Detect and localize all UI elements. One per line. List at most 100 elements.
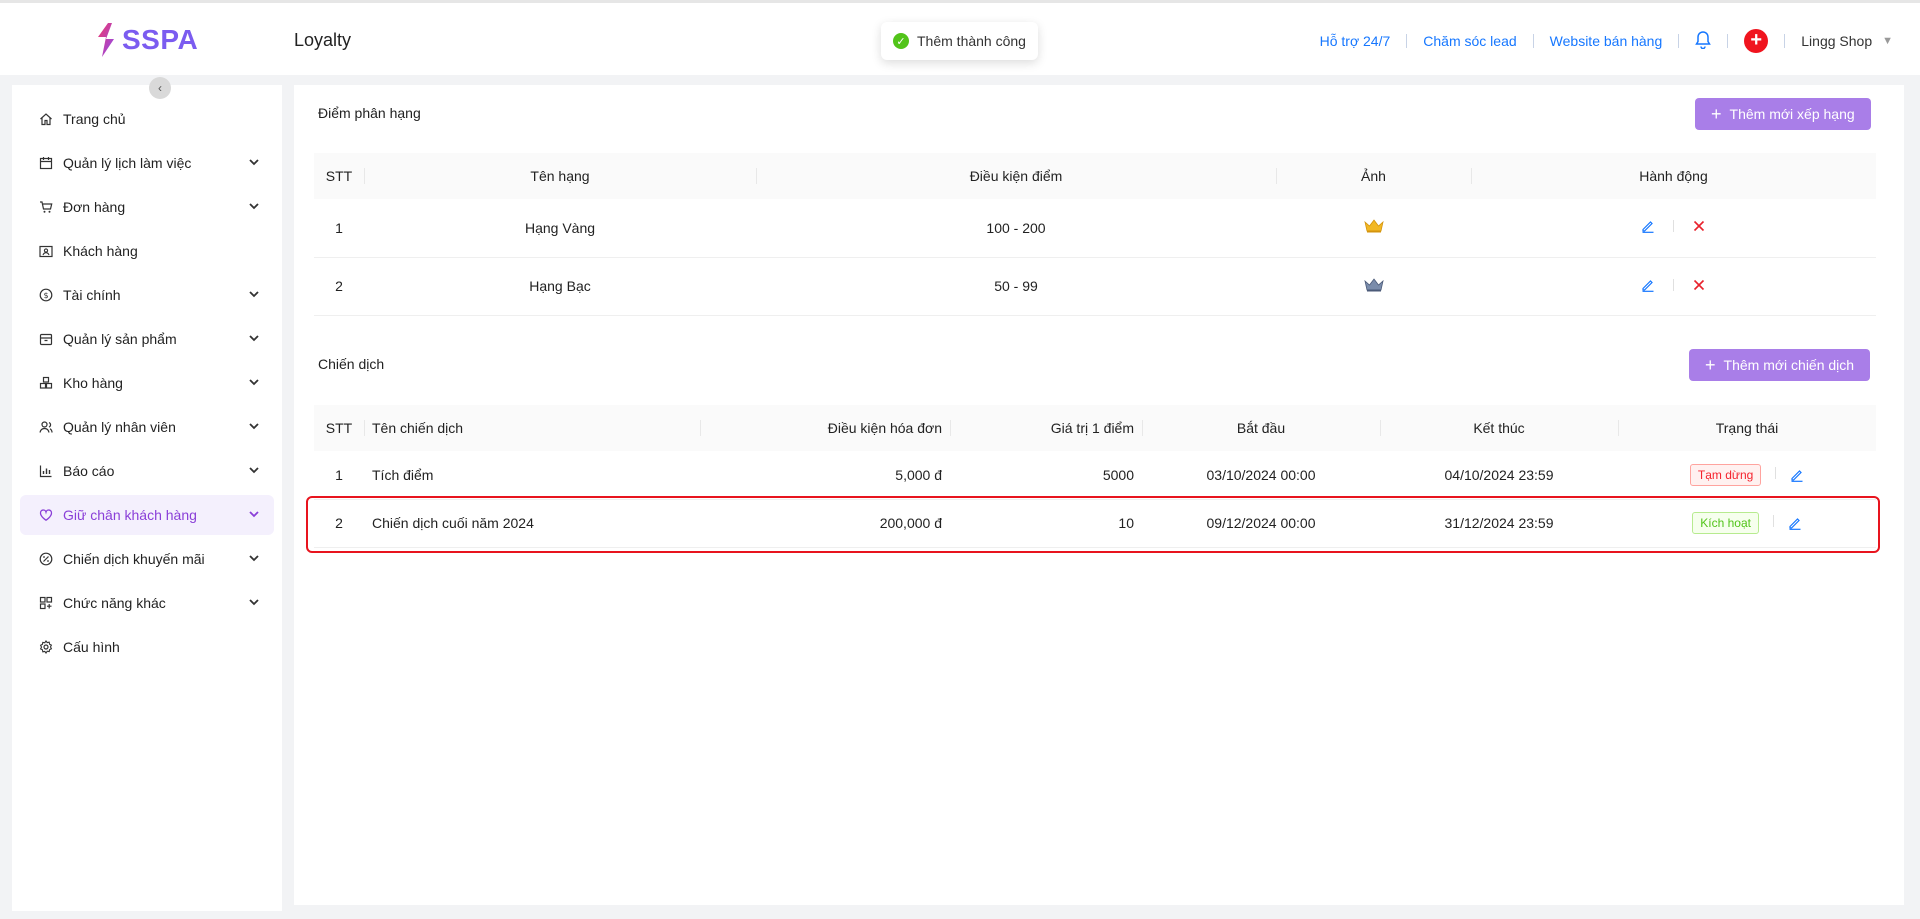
sidebar-item-home[interactable]: Trang chủ <box>20 99 274 139</box>
column-header: Điều kiện hóa đơn <box>700 405 950 451</box>
campaign-end: 31/12/2024 23:59 <box>1380 499 1618 548</box>
home-icon <box>38 111 54 127</box>
sidebar-item-orders[interactable]: Đơn hàng <box>20 187 274 227</box>
support-link[interactable]: Hỗ trợ 24/7 <box>1320 33 1391 49</box>
sidebar-item-finance[interactable]: $ Tài chính <box>20 275 274 315</box>
sidebar-item-reports[interactable]: Báo cáo <box>20 451 274 491</box>
website-link[interactable]: Website bán hàng <box>1550 33 1663 49</box>
column-header: Bắt đầu <box>1142 405 1380 451</box>
campaign-point-value: 10 <box>950 499 1142 548</box>
svg-text:$: $ <box>43 291 48 300</box>
column-header: STT <box>314 405 364 451</box>
rank-actions <box>1471 257 1876 316</box>
rank-stt: 2 <box>314 257 364 316</box>
heart-icon <box>38 507 54 523</box>
chevron-down-icon <box>249 335 259 342</box>
add-campaign-button[interactable]: + Thêm mới chiến dịch <box>1689 349 1871 381</box>
sidebar: ‹ Trang chủ Quản lý lịch làm việc Đơn hà… <box>12 77 282 911</box>
edit-icon[interactable] <box>1641 219 1655 234</box>
sidebar-item-retention[interactable]: Giữ chân khách hàng <box>20 495 274 535</box>
divider <box>1775 466 1777 479</box>
status-badge: Tạm dừng <box>1689 463 1762 486</box>
divider <box>1406 34 1408 48</box>
sidebar-item-promotions[interactable]: Chiến dịch khuyến mãi <box>20 539 274 579</box>
logo[interactable]: SSPA <box>94 23 198 57</box>
chevron-down-icon <box>249 423 259 430</box>
chevron-down-icon <box>249 511 259 518</box>
edit-icon[interactable] <box>1788 516 1802 531</box>
sidebar-item-label: Khách hàng <box>63 243 138 259</box>
column-header: Ảnh <box>1276 153 1471 199</box>
chevron-down-icon <box>249 599 259 606</box>
rank-condition: 50 - 99 <box>756 257 1276 316</box>
sidebar-item-label: Quản lý lịch làm việc <box>63 155 192 171</box>
add-campaign-button-label: Thêm mới chiến dịch <box>1723 357 1855 373</box>
silver-crown-icon <box>1363 277 1384 291</box>
sidebar-item-label: Quản lý nhân viên <box>63 419 176 435</box>
status-badge: Kích hoạt <box>1692 512 1759 534</box>
sidebar-item-settings[interactable]: Cấu hình <box>20 627 274 667</box>
settings-icon <box>38 639 54 655</box>
chevron-down-icon <box>249 555 259 562</box>
sidebar-item-products[interactable]: Quản lý sản phẩm <box>20 319 274 359</box>
sidebar-item-other[interactable]: Chức năng khác <box>20 583 274 623</box>
chevron-down-icon <box>249 467 259 474</box>
sidebar-item-label: Tài chính <box>63 287 121 303</box>
sidebar-item-label: Đơn hàng <box>63 199 126 215</box>
lead-care-link[interactable]: Chăm sóc lead <box>1423 33 1516 49</box>
ranks-section-title: Điểm phân hạng <box>318 105 421 121</box>
add-circle-icon[interactable]: + <box>1744 29 1769 53</box>
column-header: Tên chiến dịch <box>364 405 700 451</box>
divider <box>1673 220 1674 233</box>
sidebar-item-warehouse[interactable]: Kho hàng <box>20 363 274 403</box>
campaign-stt: 1 <box>314 451 364 500</box>
bar-chart-icon <box>38 463 54 479</box>
sidebar-item-customers[interactable]: Khách hàng <box>20 231 274 271</box>
campaigns-table: STT Tên chiến dịch Điều kiện hóa đơn Giá… <box>314 405 1876 548</box>
delete-icon[interactable] <box>1692 278 1706 292</box>
edit-icon[interactable] <box>1641 278 1655 292</box>
bell-icon[interactable] <box>1695 30 1712 52</box>
check-circle-icon: ✓ <box>893 33 909 49</box>
sidebar-item-schedule[interactable]: Quản lý lịch làm việc <box>20 143 274 183</box>
sidebar-menu: Trang chủ Quản lý lịch làm việc Đơn hàng… <box>20 99 274 671</box>
chevron-down-icon <box>249 291 259 298</box>
sidebar-item-label: Kho hàng <box>63 375 123 391</box>
sidebar-item-label: Chiến dịch khuyến mãi <box>63 551 205 567</box>
column-header: Điều kiện điểm <box>756 153 1276 199</box>
sspa-logo-icon <box>94 23 116 57</box>
delete-icon[interactable] <box>1692 219 1706 233</box>
add-rank-button[interactable]: + Thêm mới xếp hạng <box>1695 98 1871 130</box>
caret-down-icon[interactable]: ▼ <box>1882 35 1893 47</box>
discount-icon <box>38 551 54 567</box>
sidebar-item-staff[interactable]: Quản lý nhân viên <box>20 407 274 447</box>
toast-message: Thêm thành công <box>917 33 1026 49</box>
rank-image-cell <box>1276 257 1471 316</box>
column-header: Trạng thái <box>1618 405 1876 451</box>
collapse-sidebar-icon[interactable]: ‹ <box>149 77 171 99</box>
add-rank-button-label: Thêm mới xếp hạng <box>1729 106 1855 122</box>
campaign-invoice-condition: 200,000 đ <box>700 499 950 548</box>
table-row: 2 Chiến dịch cuối năm 2024 200,000 đ 10 … <box>314 499 1876 548</box>
rank-name: Hạng Bạc <box>364 257 756 316</box>
sidebar-item-label: Quản lý sản phẩm <box>63 331 177 347</box>
campaign-status-cell: Kích hoạt <box>1618 499 1876 548</box>
campaign-stt: 2 <box>314 499 364 548</box>
sidebar-item-label: Giữ chân khách hàng <box>63 507 197 523</box>
plus-icon: + <box>1705 355 1716 375</box>
ranks-table: STT Tên hạng Điều kiện điểm Ảnh Hành độn… <box>314 153 1876 316</box>
cart-icon <box>38 199 54 215</box>
grid-icon <box>38 595 54 611</box>
chevron-down-icon <box>249 379 259 386</box>
rank-image-cell <box>1276 199 1471 258</box>
campaign-end: 04/10/2024 23:59 <box>1380 451 1618 500</box>
shop-name[interactable]: Lingg Shop <box>1801 33 1872 49</box>
dollar-icon: $ <box>38 287 54 303</box>
edit-icon[interactable] <box>1790 468 1804 482</box>
campaign-name: Tích điểm <box>364 451 700 500</box>
success-toast: ✓ Thêm thành công <box>881 22 1038 60</box>
page-title: Loyalty <box>294 30 352 50</box>
header-links: Hỗ trợ 24/7 Chăm sóc lead Website bán hà… <box>1320 29 1920 53</box>
divider <box>1678 34 1680 48</box>
column-header: Hành động <box>1471 153 1876 199</box>
